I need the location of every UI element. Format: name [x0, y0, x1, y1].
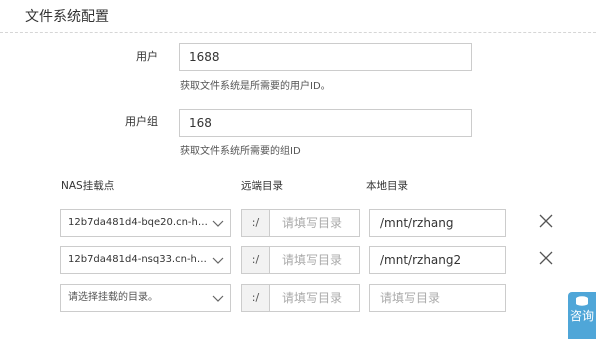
- local-dir-header: 本地目录: [366, 180, 408, 192]
- local-dir-input[interactable]: 请填写目录: [369, 284, 506, 312]
- nas-mount-select[interactable]: 12b7da481d4-bqe20.cn-hon...: [60, 209, 231, 237]
- file-system-config-panel: 文件系统配置 用户 1688 获取文件系统是所需要的用户ID。 用户组 168 …: [0, 0, 596, 339]
- group-label: 用户组: [125, 115, 158, 128]
- nas-mount-select[interactable]: 请选择挂载的目录。: [60, 284, 231, 312]
- local-dir-input[interactable]: /mnt/rzhang2: [369, 246, 506, 274]
- remote-dir-input[interactable]: 请填写目录: [269, 246, 360, 274]
- chevron-down-icon: [212, 257, 224, 264]
- user-label: 用户: [136, 50, 158, 63]
- nas-mount-placeholder: 请选择挂载的目录。: [68, 292, 158, 303]
- remote-dir-group: :/ 请填写目录: [241, 246, 360, 274]
- user-input[interactable]: 1688: [179, 43, 472, 71]
- remote-dir-group: :/ 请填写目录: [241, 284, 360, 312]
- close-icon[interactable]: [538, 213, 554, 229]
- group-help-text: 获取文件系统所需要的组ID: [180, 146, 301, 157]
- close-icon[interactable]: [538, 250, 554, 266]
- user-help-text: 获取文件系统是所需要的用户ID。: [180, 81, 331, 92]
- section-title: 文件系统配置: [25, 9, 109, 25]
- nas-mount-select[interactable]: 12b7da481d4-nsq33.cn-hon...: [60, 246, 231, 274]
- remote-dir-prefix: :/: [241, 284, 270, 312]
- nas-mount-value: 12b7da481d4-bqe20.cn-hon...: [68, 217, 208, 228]
- remote-dir-input[interactable]: 请填写目录: [269, 209, 360, 237]
- consult-icon: [576, 296, 588, 306]
- title-divider: [0, 32, 596, 33]
- remote-dir-group: :/ 请填写目录: [241, 209, 360, 237]
- chevron-down-icon: [212, 220, 224, 227]
- local-dir-input[interactable]: /mnt/rzhang: [369, 209, 506, 237]
- consult-button[interactable]: 咨询: [568, 292, 596, 339]
- nas-mount-value: 12b7da481d4-nsq33.cn-hon...: [68, 254, 208, 265]
- remote-dir-prefix: :/: [241, 209, 270, 237]
- chevron-down-icon: [212, 295, 224, 302]
- group-input[interactable]: 168: [179, 109, 472, 137]
- remote-dir-prefix: :/: [241, 246, 270, 274]
- consult-label: 咨询: [569, 309, 594, 323]
- remote-dir-input[interactable]: 请填写目录: [269, 284, 360, 312]
- remote-dir-header: 远端目录: [241, 180, 283, 192]
- nas-mount-header: NAS挂载点: [61, 180, 115, 192]
